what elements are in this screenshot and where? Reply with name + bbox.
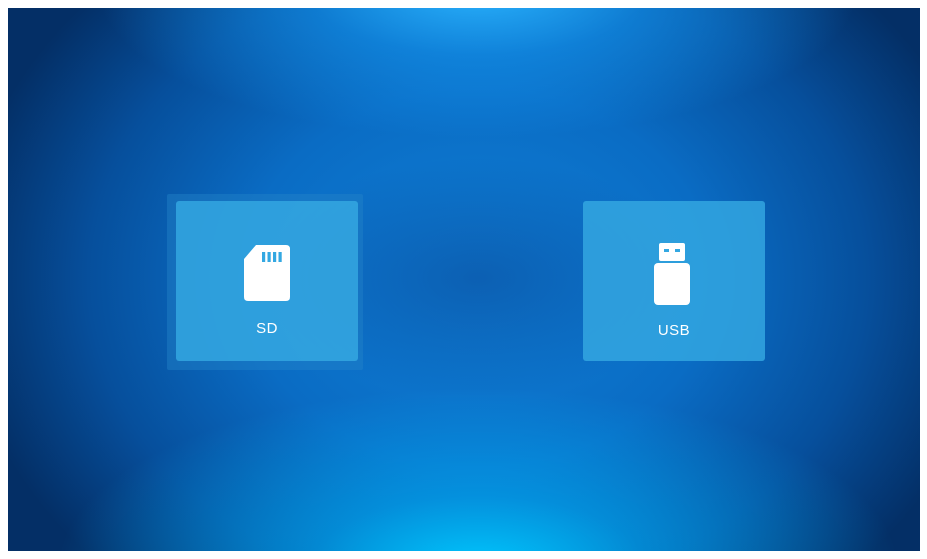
sd-card-icon xyxy=(244,245,290,301)
usb-drive-icon xyxy=(654,243,690,305)
source-select-screen: SD USB xyxy=(8,8,920,551)
usb-label: USB xyxy=(657,322,691,339)
usb-source-tile[interactable]: USB xyxy=(583,201,765,361)
sd-label: SD xyxy=(256,320,278,337)
sd-source-tile[interactable]: SD xyxy=(176,201,358,361)
